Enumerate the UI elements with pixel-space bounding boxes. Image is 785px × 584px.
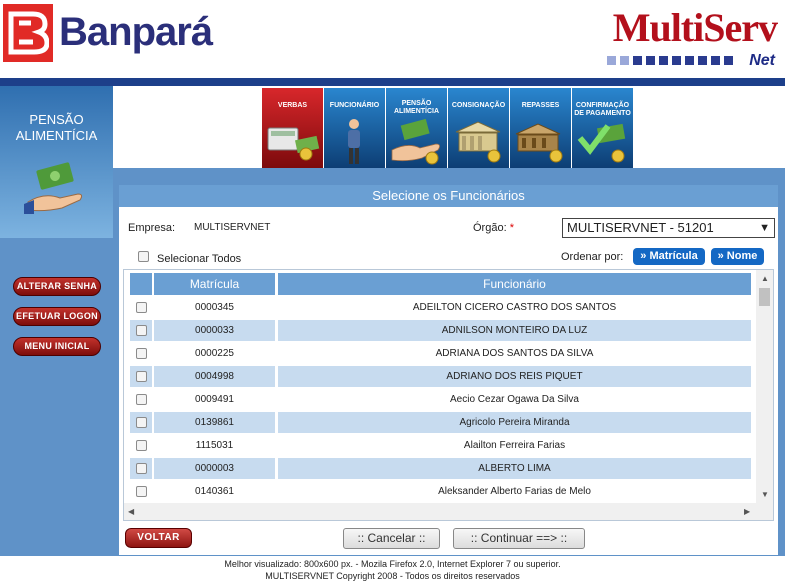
header: Banpará MultiServ Net — [0, 0, 785, 78]
multiserv-net: Net — [749, 52, 775, 69]
header-matricula[interactable]: Matrícula — [154, 273, 275, 295]
bank-building-icon — [515, 123, 563, 163]
table-row[interactable]: 0139861 Agricolo Pereira Miranda — [130, 412, 751, 433]
selection-panel: Selecione os Funcionários Empresa: MULTI… — [119, 185, 778, 555]
matricula-cell: 0000345 — [195, 302, 234, 313]
row-checkbox[interactable] — [136, 486, 147, 497]
orgao-select[interactable]: MULTISERVNET - 51201 ▼ — [562, 218, 775, 238]
table-row[interactable]: 0000003 ALBERTO LIMA — [130, 458, 751, 479]
required-marker: * — [509, 222, 514, 234]
header-funcionario[interactable]: Funcionário — [278, 273, 751, 295]
banpara-logo: Banpará — [3, 4, 223, 66]
funcionario-cell: Alailton Ferreira Farias — [463, 440, 566, 451]
footer-line1: Melhor visualizado: 800x600 px. - Mozila… — [224, 559, 561, 569]
table-row[interactable]: 0000033 ADNILSON MONTEIRO DA LUZ — [130, 320, 751, 341]
row-checkbox[interactable] — [136, 325, 147, 336]
alterar-senha-button[interactable]: ALTERAR SENHA — [13, 277, 101, 296]
pensao-banner: PENSÃO ALIMENTÍCIA — [0, 86, 113, 238]
money-hand-icon — [391, 118, 440, 165]
table-row[interactable]: 0000345 ADEILTON CICERO CASTRO DOS SANTOS — [130, 297, 751, 318]
matricula-cell: 0000225 — [195, 348, 234, 359]
row-checkbox[interactable] — [136, 348, 147, 359]
money-hand-icon — [24, 162, 83, 214]
empresa-value: MULTISERVNET — [194, 222, 271, 233]
nav-confirmacao-pagamento[interactable]: CONFIRMAÇÃO DE PAGAMENTO — [572, 88, 633, 168]
scroll-up-arrow-icon[interactable]: ▲ — [761, 274, 769, 283]
calculator-money-icon — [267, 127, 320, 161]
table-row[interactable]: 0009491 Aecio Cezar Ogawa Da Silva — [130, 389, 751, 410]
pensao-title-line1: PENSÃO — [29, 112, 84, 127]
scroll-down-arrow-icon[interactable]: ▼ — [761, 490, 769, 499]
order-by-nome-button[interactable]: » Nome — [711, 248, 764, 265]
dropdown-arrow-icon: ▼ — [759, 222, 770, 234]
panel-title: Selecione os Funcionários — [119, 185, 778, 207]
cancel-button[interactable]: :: Cancelar :: — [343, 528, 440, 549]
nav-repasses[interactable]: REPASSES — [510, 88, 571, 168]
table-row[interactable]: 0004998 ADRIANO DOS REIS PIQUET — [130, 366, 751, 387]
nav-consignacao[interactable]: CONSIGNAÇÃO — [448, 88, 509, 168]
funcionario-cell: ADRIANO DOS REIS PIQUET — [278, 366, 751, 387]
funcionario-cell: ADEILTON CICERO CASTRO DOS SANTOS — [412, 302, 617, 313]
multiserv-dots — [607, 56, 733, 65]
matricula-cell: 0140361 — [195, 486, 234, 497]
row-checkbox[interactable] — [136, 417, 147, 428]
nav-verbas[interactable]: VERBAS — [262, 88, 323, 168]
table-row[interactable]: 0140361 Aleksander Alberto Farias de Melo — [130, 481, 751, 502]
select-all-checkbox[interactable] — [138, 251, 149, 262]
matricula-cell: 1115031 — [195, 440, 234, 451]
multiserv-logo: MultiServ Net — [607, 4, 778, 70]
left-sidebar: PENSÃO ALIMENTÍCIA ALTERAR SENHA EFETUAR… — [0, 86, 113, 556]
scroll-right-arrow-icon[interactable]: ▶ — [744, 507, 750, 516]
top-divider — [0, 78, 785, 86]
nav-funcionario[interactable]: FUNCIONÁRIO — [324, 88, 385, 168]
banpara-logo-text: Banpará — [59, 10, 213, 54]
funcionario-cell: ADNILSON MONTEIRO DA LUZ — [278, 320, 751, 341]
matricula-cell: 0004998 — [154, 366, 275, 387]
row-checkbox[interactable] — [136, 302, 147, 313]
horizontal-scrollbar[interactable]: ◀ ▶ — [124, 503, 773, 520]
header-checkbox-col — [130, 273, 152, 295]
row-checkbox[interactable] — [136, 463, 147, 474]
efetuar-logon-button[interactable]: EFETUAR LOGON — [13, 307, 101, 326]
checkmark-money-icon — [577, 123, 626, 163]
select-all-label: Selecionar Todos — [157, 253, 242, 265]
order-by-label: Ordenar por: — [561, 251, 624, 263]
footer: Melhor visualizado: 800x600 px. - Mozila… — [0, 558, 785, 582]
orgao-label: Órgão: * — [473, 222, 514, 234]
row-checkbox[interactable] — [136, 440, 147, 451]
banpara-logo-icon — [3, 4, 53, 62]
person-icon — [348, 119, 360, 164]
module-nav: VERBAS FUNCIONÁRIO PENSÃO ALIMENTÍCIA CO… — [262, 88, 633, 168]
matricula-cell: 0009491 — [195, 394, 234, 405]
scroll-left-arrow-icon[interactable]: ◀ — [128, 507, 134, 516]
building-icon — [455, 121, 501, 163]
funcionario-cell: Aleksander Alberto Farias de Melo — [438, 486, 591, 497]
menu-inicial-button[interactable]: MENU INICIAL — [13, 337, 101, 356]
nav-pensao-alimenticia[interactable]: PENSÃO ALIMENTÍCIA — [386, 88, 447, 168]
row-checkbox[interactable] — [136, 371, 147, 382]
funcionario-cell: Agricolo Pereira Miranda — [278, 412, 751, 433]
matricula-cell: 0139861 — [154, 412, 275, 433]
table-row[interactable]: 1115031 Alailton Ferreira Farias — [130, 435, 751, 456]
matricula-cell: 0000003 — [154, 458, 275, 479]
continue-button[interactable]: :: Continuar ==> :: — [453, 528, 585, 549]
pensao-title-line2: ALIMENTÍCIA — [15, 128, 98, 143]
empresa-label: Empresa: — [128, 222, 176, 234]
employee-table: Matrícula Funcionário 0000345 ADEILTON CI… — [123, 269, 774, 521]
back-button[interactable]: VOLTAR — [125, 528, 192, 548]
order-by-matricula-button[interactable]: » Matrícula — [633, 248, 705, 265]
scroll-thumb[interactable] — [759, 288, 770, 306]
table-row[interactable]: 0000225 ADRIANA DOS SANTOS DA SILVA — [130, 343, 751, 364]
row-checkbox[interactable] — [136, 394, 147, 405]
vertical-scrollbar[interactable]: ▲ ▼ — [756, 270, 773, 504]
funcionario-cell: ADRIANA DOS SANTOS DA SILVA — [435, 348, 594, 359]
multiserv-title: MultiServ — [612, 5, 778, 50]
funcionario-cell: Aecio Cezar Ogawa Da Silva — [450, 394, 579, 405]
funcionario-cell: ALBERTO LIMA — [278, 458, 751, 479]
footer-line2: MULTISERVNET Copyright 2008 - Todos os d… — [265, 571, 520, 581]
matricula-cell: 0000033 — [154, 320, 275, 341]
